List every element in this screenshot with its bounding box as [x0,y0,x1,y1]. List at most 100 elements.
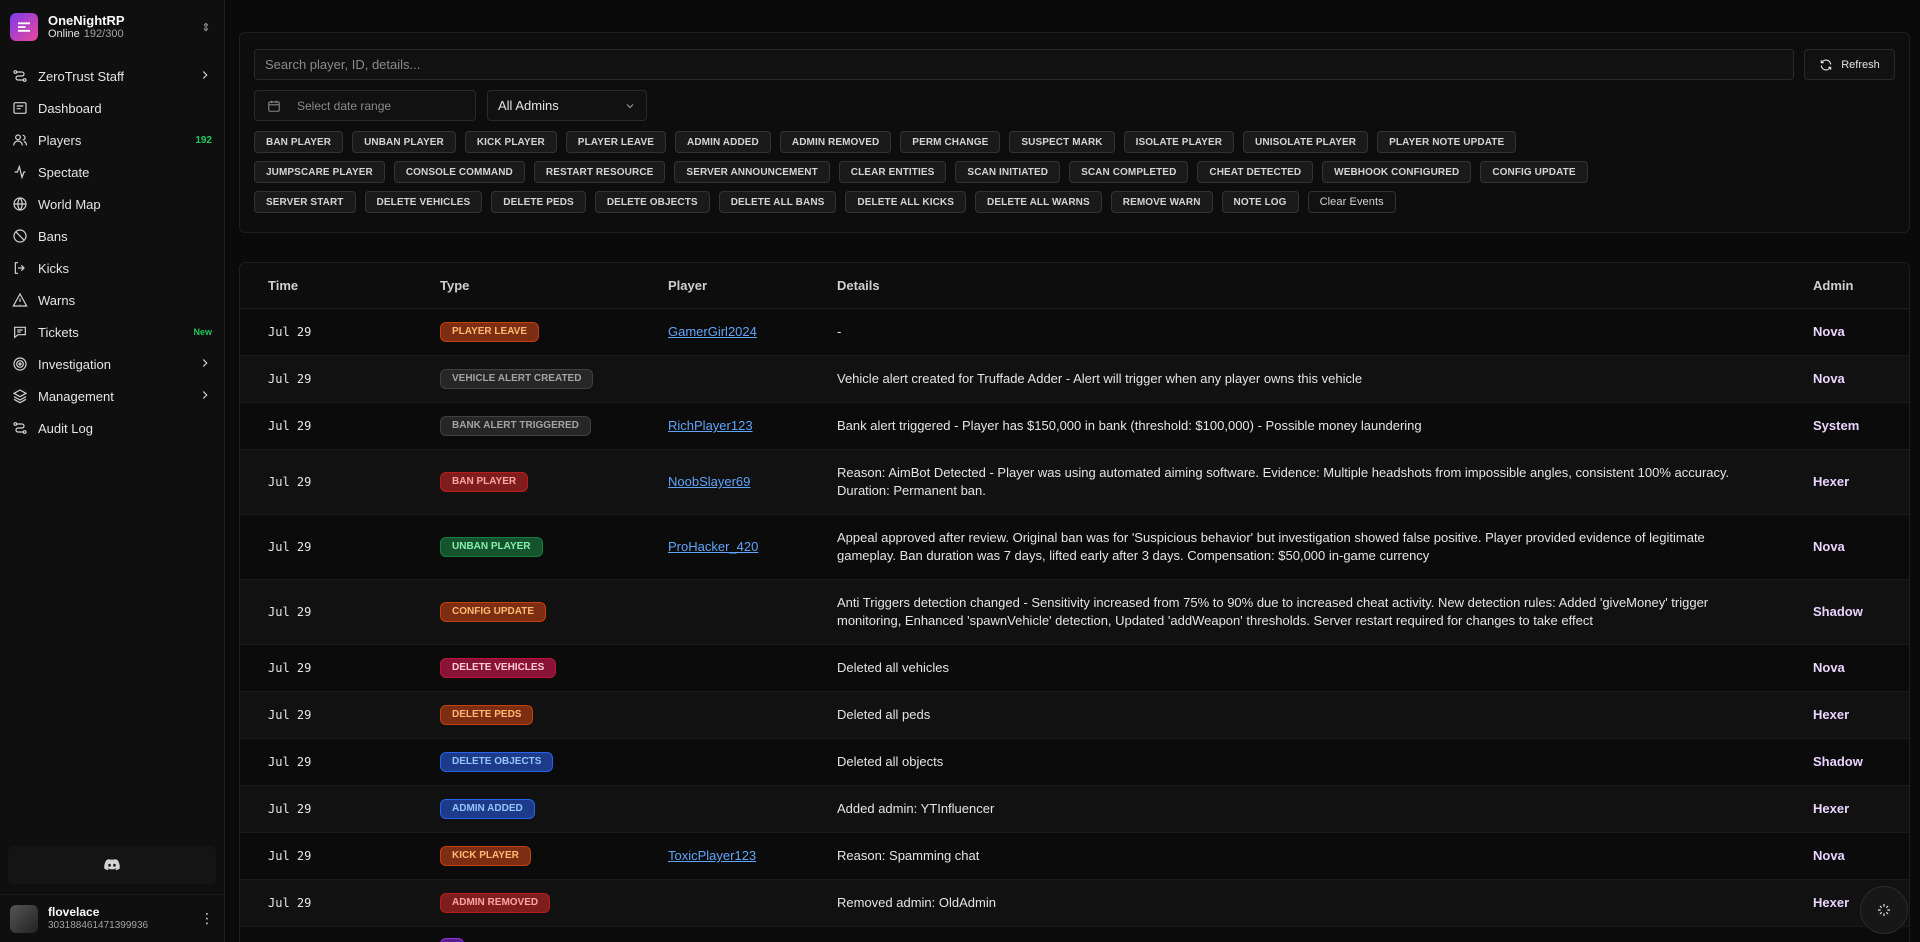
globe-icon [12,196,28,212]
sidebar-item-warns[interactable]: Warns [0,284,224,316]
filter-chip-console-command[interactable]: CONSOLE COMMAND [393,161,525,183]
server-switcher[interactable]: OneNightRP Online 192/300 ⇕ [0,0,224,54]
table-row[interactable]: Jul 29 BAN PLAYER NoobSlayer69 Reason: AimB… [240,449,1909,515]
column-details[interactable]: Details [809,263,1785,309]
sidebar-item-world-map[interactable]: World Map [0,188,224,220]
event-admin: System [1785,402,1909,450]
player-link[interactable]: GamerGirl2024 [668,324,757,339]
table-row[interactable]: Jul 29 ADMIN ADDED Added admin: YTInfluenc… [240,785,1909,833]
filter-chip-ban-player[interactable]: BAN PLAYER [254,131,344,153]
event-type-cell: DELETE PEDS [412,691,640,739]
event-time: Jul 29 [240,355,412,403]
sidebar-item-dashboard[interactable]: Dashboard [0,92,224,124]
filter-chip-jumpscare-player[interactable]: JUMPSCARE PLAYER [254,161,385,183]
layers-icon [12,388,28,404]
table-row[interactable]: Jul 29 VEHICLE ALERT CREATED Vehicle alert… [240,355,1909,403]
filter-chip-admin-added[interactable]: ADMIN ADDED [675,131,771,153]
filter-chip-note-log[interactable]: NOTE LOG [1221,191,1299,213]
filter-chip-remove-warn[interactable]: REMOVE WARN [1110,191,1213,213]
column-player[interactable]: Player [640,263,809,309]
event-type-cell: DELETE VEHICLES [412,644,640,692]
event-details: Deleted all peds [809,691,1785,739]
filter-chip-isolate-player[interactable]: ISOLATE PLAYER [1123,131,1235,153]
filter-chip-admin-removed[interactable]: ADMIN REMOVED [779,131,892,153]
event-time: Jul 29 [240,879,412,927]
more-vertical-icon[interactable]: ⋮ [200,910,214,927]
sidebar-item-label: Kicks [38,260,70,276]
filter-chip-suspect-mark[interactable]: SUSPECT MARK [1009,131,1115,153]
sidebar-item-label: Tickets [38,324,79,340]
clear-events-button[interactable]: Clear Events [1307,191,1396,213]
filter-chip-delete-all-warns[interactable]: DELETE ALL WARNS [975,191,1102,213]
discord-icon [104,859,120,871]
filter-chip-webhook-configured[interactable]: WEBHOOK CONFIGURED [1322,161,1472,183]
table-row[interactable] [240,926,1909,942]
date-range-picker[interactable]: Select date range [254,90,476,121]
sidebar-item-bans[interactable]: Bans [0,220,224,252]
filter-chip-restart-resource[interactable]: RESTART RESOURCE [533,161,666,183]
table-row[interactable]: Jul 29 DELETE PEDS Deleted all peds Hexer [240,691,1909,739]
filter-chip-scan-initiated[interactable]: SCAN INITIATED [955,161,1061,183]
admin-filter-select[interactable]: All Admins [487,90,647,121]
sidebar-item-management[interactable]: Management [0,380,224,412]
sidebar-item-label: World Map [38,196,101,212]
filter-chip-delete-peds[interactable]: DELETE PEDS [491,191,586,213]
filter-chip-delete-all-kicks[interactable]: DELETE ALL KICKS [845,191,967,213]
sidebar-item-spectate[interactable]: Spectate [0,156,224,188]
column-time[interactable]: Time [240,263,412,309]
table-row[interactable]: Jul 29 KICK PLAYER ToxicPlayer123 Reason: S… [240,832,1909,880]
sidebar-item-players[interactable]: Players 192 [0,124,224,156]
column-admin[interactable]: Admin [1785,263,1909,309]
event-details: Appeal approved after review. Original b… [809,514,1785,580]
filter-chip-scan-completed[interactable]: SCAN COMPLETED [1069,161,1189,183]
filter-chip-clear-entities[interactable]: CLEAR ENTITIES [838,161,947,183]
sidebar-item-investigation[interactable]: Investigation [0,348,224,380]
sidebar-item-label: Investigation [38,356,111,372]
discord-button[interactable] [8,846,216,884]
filter-chip-cheat-detected[interactable]: CHEAT DETECTED [1197,161,1314,183]
filter-chip-unban-player[interactable]: UNBAN PLAYER [352,131,456,153]
table-row[interactable]: Jul 29 DELETE VEHICLES Deleted all vehicle… [240,644,1909,692]
table-row[interactable]: Jul 29 PLAYER LEAVE GamerGirl2024 - Nova [240,308,1909,356]
filter-chip-player-note-update[interactable]: PLAYER NOTE UPDATE [1377,131,1517,153]
table-row[interactable]: Jul 29 CONFIG UPDATE Anti Triggers detecti… [240,579,1909,645]
theme-toggle-button[interactable] [1860,886,1908,934]
column-type[interactable]: Type [412,263,640,309]
table-row[interactable]: Jul 29 DELETE OBJECTS Deleted all objects S… [240,738,1909,786]
player-cell: RichPlayer123 [640,402,809,450]
filter-chip-server-start[interactable]: SERVER START [254,191,356,213]
player-link[interactable]: ProHacker_420 [668,539,758,554]
user-menu[interactable]: flovelace 303188461471399936 ⋮ [0,894,224,942]
refresh-button[interactable]: Refresh [1804,49,1895,80]
event-admin: Nova [1785,514,1909,580]
filter-chip-server-announcement[interactable]: SERVER ANNOUNCEMENT [674,161,830,183]
sidebar-item-zerotrust-staff[interactable]: ZeroTrust Staff [0,60,224,92]
table-row[interactable]: Jul 29 BANK ALERT TRIGGERED RichPlayer123 B… [240,402,1909,450]
player-link[interactable]: NoobSlayer69 [668,474,750,489]
filter-chip-kick-player[interactable]: KICK PLAYER [464,131,557,153]
chevron-down-icon [626,103,634,108]
filter-chip-config-update[interactable]: CONFIG UPDATE [1480,161,1588,183]
chevron-right-icon [198,68,212,85]
sidebar-item-audit-log[interactable]: Audit Log [0,412,224,444]
filter-chip-player-leave[interactable]: PLAYER LEAVE [565,131,667,153]
server-status: Online [48,28,80,41]
filter-chip-unisolate-player[interactable]: UNISOLATE PLAYER [1243,131,1369,153]
event-time: Jul 29 [240,832,412,880]
table-row[interactable]: Jul 29 ADMIN REMOVED Removed admin: OldAdm… [240,879,1909,927]
date-range-placeholder: Select date range [297,98,392,113]
table-row[interactable]: Jul 29 UNBAN PLAYER ProHacker_420 Appeal ap… [240,514,1909,580]
player-link[interactable]: RichPlayer123 [668,418,753,433]
chevron-right-icon [198,388,212,405]
search-input[interactable] [254,49,1794,80]
sidebar-item-kicks[interactable]: Kicks [0,252,224,284]
filter-chip-perm-change[interactable]: PERM CHANGE [900,131,1001,153]
filter-chip-delete-all-bans[interactable]: DELETE ALL BANS [718,191,837,213]
filter-chip-delete-objects[interactable]: DELETE OBJECTS [594,191,710,213]
filter-chip-delete-vehicles[interactable]: DELETE VEHICLES [364,191,483,213]
ban-icon [12,228,28,244]
event-type-badge: VEHICLE ALERT CREATED [440,368,594,389]
event-type-badge: UNBAN PLAYER [440,536,543,557]
player-link[interactable]: ToxicPlayer123 [668,848,756,863]
sidebar-item-tickets[interactable]: Tickets New [0,316,224,348]
